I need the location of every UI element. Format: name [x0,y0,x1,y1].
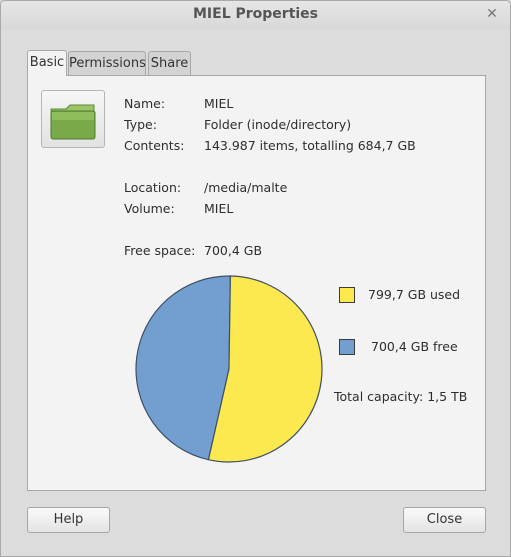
window-title: MIEL Properties [192,6,319,22]
free-color-swatch [339,339,355,355]
type-label: Type: [124,117,157,132]
tab-share-label: Share [150,56,189,71]
type-value: Folder (inode/directory) [204,117,352,132]
tab-permissions-label: Permissions [69,56,146,71]
volume-label: Volume: [124,201,175,216]
used-color-swatch [339,287,355,303]
basic-panel: Name: MIEL Type: Folder (inode/directory… [27,75,486,491]
contents-value: 143.987 items, totalling 684,7 GB [204,138,416,153]
tab-basic[interactable]: Basic [27,50,67,76]
total-capacity-label: Total capacity: 1,5 TB [334,389,468,404]
help-button[interactable]: Help [27,507,110,533]
tab-share[interactable]: Share [148,51,191,75]
free-space-label: Free space: [124,243,196,258]
location-value: /media/malte [204,180,288,195]
name-value: MIEL [204,96,234,111]
tab-basic-label: Basic [29,55,65,70]
close-icon[interactable]: ✕ [484,6,500,22]
folder-icon [50,104,96,140]
location-label: Location: [124,180,182,195]
volume-value: MIEL [204,201,234,216]
usage-pie [135,275,323,463]
folder-icon-button[interactable] [41,90,105,148]
close-button[interactable]: Close [403,507,486,533]
used-legend-label: 799,7 GB used [368,287,461,302]
name-label: Name: [124,96,166,111]
help-button-label: Help [53,512,84,527]
free-legend-label: 700,4 GB free [371,339,458,354]
usage-pie-chart [134,274,324,467]
contents-label: Contents: [124,138,185,153]
close-button-label: Close [426,512,463,527]
free-space-value: 700,4 GB [204,243,263,258]
title-bar[interactable]: MIEL Properties ✕ [1,1,510,29]
properties-window: MIEL Properties ✕ Basic Permissions Shar… [0,0,511,557]
tab-permissions[interactable]: Permissions [68,51,146,75]
